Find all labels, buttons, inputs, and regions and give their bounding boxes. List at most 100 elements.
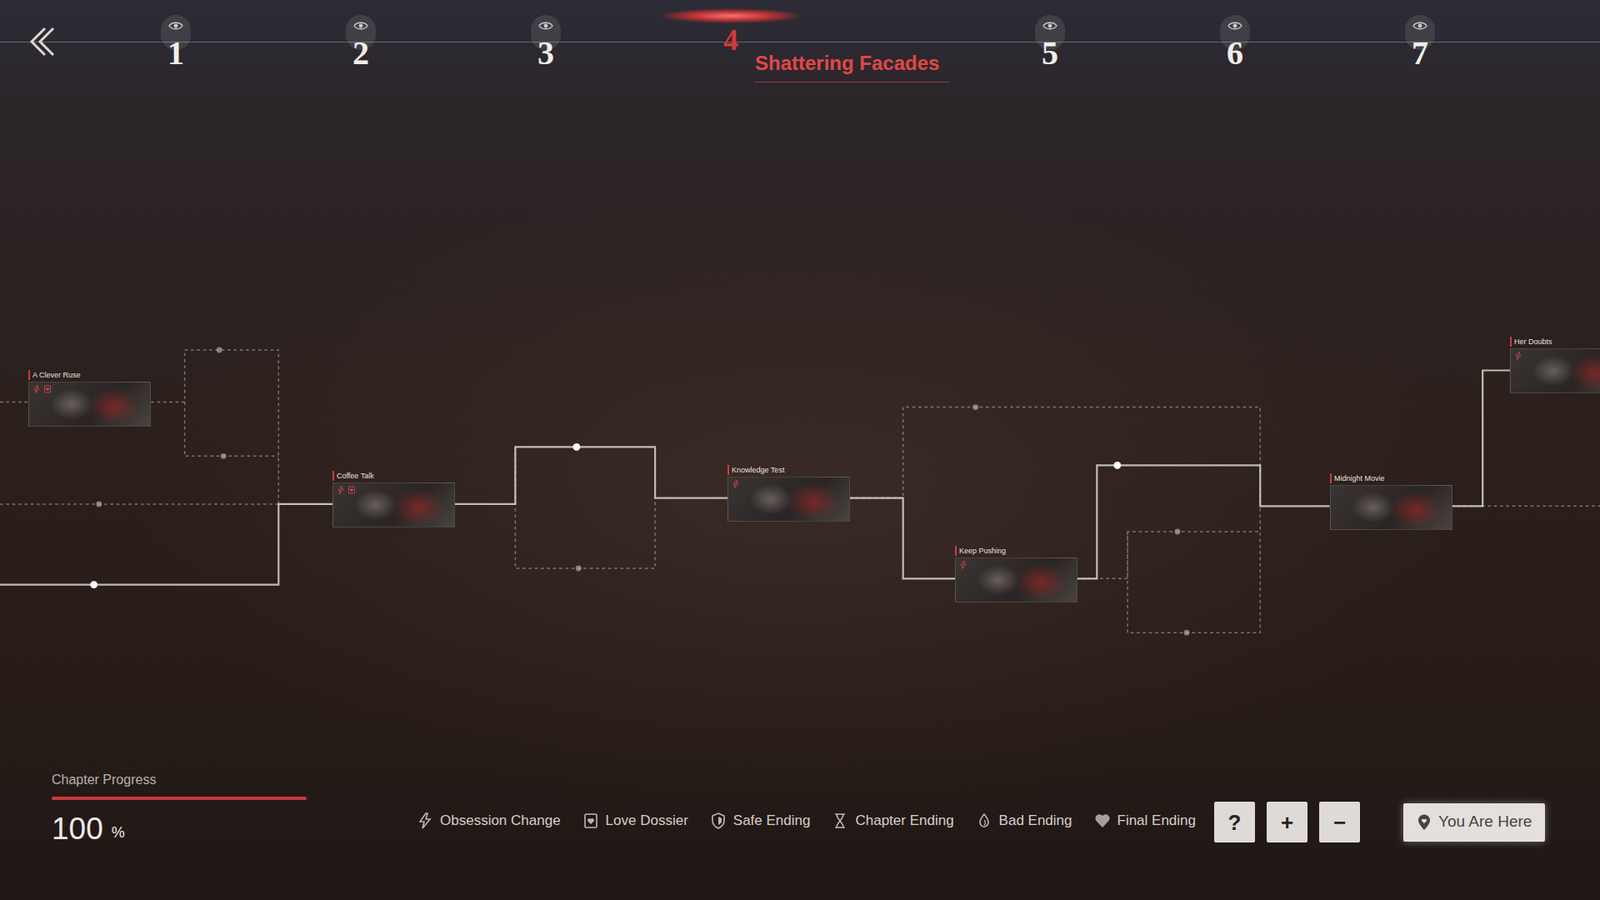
control-button[interactable]: − (1319, 801, 1360, 843)
story-node[interactable]: A Clever Ruse (28, 370, 151, 427)
route (0, 401, 29, 403)
eye-icon (353, 20, 369, 32)
chapter-marker: 2 (268, 0, 454, 70)
chapter-bar: 1 2 3 4Shattering Facades 5 6 7 (0, 0, 1600, 100)
obsession-icon (1514, 351, 1523, 360)
legend-label: Safe Ending (733, 810, 811, 832)
obsession-icon (731, 480, 740, 489)
route-waypoint (216, 347, 223, 354)
node-thumbnail (1330, 485, 1453, 530)
footer: Chapter Progress100% Obsession Change Love… (0, 758, 1600, 900)
obsession-icon (32, 385, 41, 394)
story-node[interactable]: Her Doubts (1510, 336, 1600, 394)
legend-item: Bad Ending (975, 810, 1073, 832)
node-title: Her Doubts (1510, 336, 1600, 347)
safe-icon (710, 812, 727, 830)
back-arrow-icon (23, 23, 60, 60)
legend-item: Love Dossier (582, 810, 689, 832)
chapter-tab[interactable]: 2 (268, 0, 454, 70)
chapter-tab[interactable]: 7 (1327, 0, 1513, 70)
chapter-marker: 7 (1327, 0, 1513, 70)
node-title: Keep Pushing (955, 545, 1078, 556)
legend-label: Final Ending (1117, 810, 1197, 832)
control-button[interactable]: + (1266, 801, 1308, 843)
story-node[interactable]: Coffee Talk (332, 470, 455, 528)
route (0, 500, 333, 507)
route-waypoint (575, 565, 582, 572)
story-node[interactable]: Midnight Movie (1330, 473, 1453, 530)
legend-item: Safe Ending (710, 810, 811, 832)
eye-icon (1042, 20, 1058, 32)
chapter-number: 1 (167, 36, 185, 70)
timeline-line (0, 41, 1600, 43)
final-icon (1094, 812, 1111, 830)
you-are-here-label: You Are Here (1438, 810, 1532, 835)
node-markers (32, 385, 52, 394)
you-are-here-button[interactable]: You Are Here (1403, 803, 1545, 842)
legend-item: Chapter Ending (831, 810, 954, 832)
route (0, 504, 333, 589)
route (850, 404, 1260, 506)
chapter-tab[interactable]: 1 (83, 0, 269, 70)
route-waypoint (90, 580, 98, 589)
node-thumbnail (955, 557, 1078, 603)
story-node[interactable]: Knowledge Test (727, 465, 850, 522)
route (1075, 505, 1261, 635)
chapter-marker: 6 (1142, 0, 1328, 70)
chapter-marker: 3 (453, 0, 639, 70)
legend-item: Final Ending (1094, 810, 1197, 832)
eye-icon (1412, 20, 1428, 32)
node-title: Midnight Movie (1330, 473, 1453, 484)
chapter-number: 7 (1411, 36, 1429, 70)
current-chapter-glow (660, 8, 802, 24)
progress-track (51, 796, 307, 800)
chapter-tab[interactable]: 3 (453, 0, 639, 70)
route (150, 347, 279, 505)
legend-item: Obsession Change (416, 810, 561, 832)
route-waypoint (1175, 529, 1181, 535)
progress-fill (51, 796, 307, 800)
eye-icon (1227, 20, 1243, 32)
node-markers (1514, 351, 1523, 360)
chapter-number: 6 (1226, 36, 1244, 70)
route-lines (0, 100, 1600, 759)
route (453, 443, 728, 505)
route-waypoint (1113, 461, 1121, 470)
progress-unit: % (111, 821, 125, 845)
chapter-tab[interactable]: 6 (1142, 0, 1328, 70)
dossier-icon (582, 812, 600, 830)
route-waypoint (95, 500, 102, 507)
node-title: A Clever Ruse (28, 370, 151, 380)
obsession-icon (416, 812, 434, 830)
route-waypoint (972, 404, 979, 410)
legend-label: Obsession Change (440, 810, 561, 832)
legend-label: Chapter Ending (855, 810, 954, 832)
back-button[interactable] (0, 0, 84, 84)
route-waypoint (220, 453, 227, 460)
chapter-number: 5 (1041, 36, 1059, 70)
route (515, 446, 655, 571)
node-markers (959, 560, 968, 570)
node-thumbnail (1510, 348, 1600, 394)
chapter-progress: Chapter Progress100% (51, 766, 377, 845)
obsession-icon (959, 560, 968, 570)
legend-label: Love Dossier (605, 810, 689, 832)
route (1450, 505, 1600, 507)
chapter-tab[interactable]: 4Shattering Facades (638, 0, 958, 55)
progress-label: Chapter Progress (51, 770, 377, 790)
control-button[interactable]: ? (1214, 801, 1255, 843)
legend: Obsession Change Love Dossier Safe Ending C… (416, 810, 1196, 832)
chapter-number: 3 (537, 36, 555, 70)
dossier-icon (347, 485, 356, 495)
chapter-marker: 5 (957, 0, 1143, 70)
node-thumbnail (332, 482, 455, 528)
node-thumbnail (727, 476, 850, 522)
chapter-tab[interactable]: 5 (957, 0, 1143, 70)
route (185, 401, 280, 459)
map-controls: ? +− You Are Here (1214, 801, 1545, 843)
chapter-icon (831, 812, 849, 830)
story-node[interactable]: Keep Pushing (955, 545, 1078, 603)
route (1075, 461, 1330, 579)
story-graph: A Clever Ruse Coffee Talk Knowledge Test Ke… (0, 100, 1600, 759)
node-markers (336, 485, 356, 495)
